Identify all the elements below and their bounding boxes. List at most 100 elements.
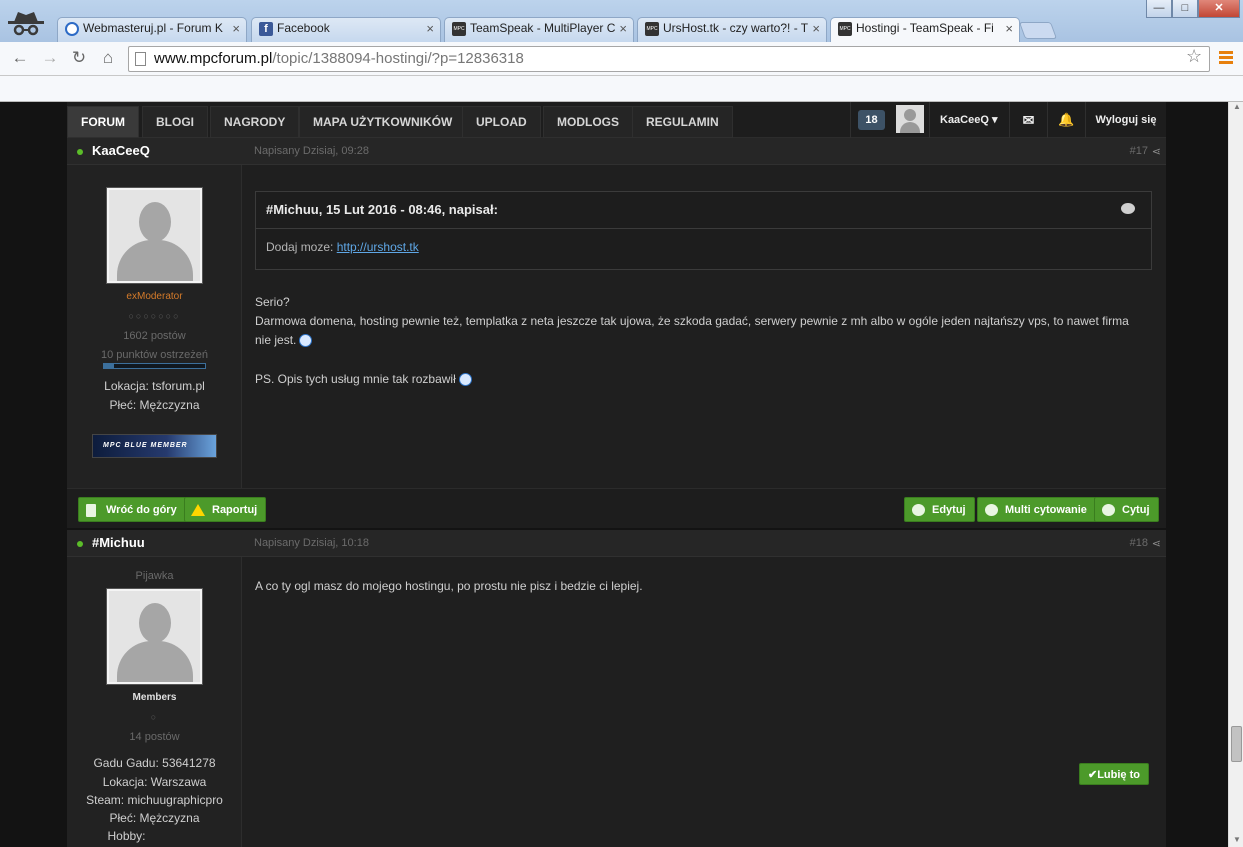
close-tab-icon[interactable]: ×: [1005, 21, 1013, 36]
username: KaaCeeQ: [940, 114, 989, 126]
back-to-top-button[interactable]: Wróć do góry: [78, 497, 186, 522]
quote-link-icon[interactable]: [1121, 203, 1135, 214]
author-location: Lokacja: tsforum.pl: [104, 379, 205, 393]
share-icon[interactable]: ⋖: [1152, 537, 1161, 550]
tab-urshost[interactable]: MPC UrsHost.tk - czy warto?! - T ×: [637, 17, 827, 42]
member-group: Members: [132, 692, 177, 703]
warning-points[interactable]: 10 punktów ostrzeżeń: [67, 349, 242, 361]
quote-body: Dodaj moze: http://urshost.tk: [266, 240, 419, 254]
tab-title: TeamSpeak - MultiPlayer C: [470, 21, 616, 35]
close-tab-icon[interactable]: ×: [619, 21, 627, 36]
incognito-icon: [8, 12, 44, 36]
author-sidebar: Pijawka Members ○ 14 postów Gadu Gadu: 5…: [67, 557, 242, 847]
page-content: FORUM BLOGI NAGRODY MAPA UŻYTKOWNIKÓW UP…: [0, 102, 1228, 847]
report-button[interactable]: Raportuj: [184, 497, 267, 522]
nav-nagrody[interactable]: NAGRODY: [210, 106, 300, 138]
page-scrollbar[interactable]: ▲ ▼: [1228, 102, 1243, 847]
user-avatar[interactable]: [896, 105, 924, 133]
like-button[interactable]: ✔Lubię to: [1079, 763, 1149, 785]
home-icon[interactable]: ⌂: [98, 48, 118, 68]
scroll-up-icon[interactable]: ▲: [1233, 102, 1241, 111]
tab-teamspeak[interactable]: MPC TeamSpeak - MultiPlayer C ×: [444, 17, 634, 42]
nav-regulamin[interactable]: REGULAMIN: [632, 106, 733, 138]
nav-modlogs[interactable]: MODLOGS: [543, 106, 633, 138]
author-location: Lokacja: Warszawa: [102, 775, 207, 789]
mpc-icon: MPC: [452, 22, 466, 36]
quote-block: #Michuu, 15 Lut 2016 - 08:46, napisał: D…: [255, 191, 1152, 270]
post-body-line: Serio?: [255, 295, 290, 309]
edit-bubble-icon: [912, 504, 925, 516]
post-number[interactable]: #17: [1130, 145, 1148, 157]
minimize-button[interactable]: —: [1146, 0, 1172, 18]
author-avatar[interactable]: [106, 588, 203, 685]
close-tab-icon[interactable]: ×: [812, 21, 820, 36]
bookmark-star-icon[interactable]: ☆: [1186, 46, 1202, 67]
tab-title: Webmasteruj.pl - Forum K: [83, 21, 223, 35]
scroll-down-icon[interactable]: ▼: [1233, 835, 1241, 844]
page-icon: [135, 52, 146, 66]
edit-button[interactable]: Edytuj: [904, 497, 975, 522]
close-tab-icon[interactable]: ×: [426, 21, 434, 36]
webmasteruj-icon: [65, 22, 79, 36]
post-date: Napisany Dzisiaj, 10:18: [254, 537, 369, 549]
author-avatar[interactable]: [106, 187, 203, 284]
quote-button[interactable]: Cytuj: [1094, 497, 1159, 522]
reload-icon[interactable]: ↻: [69, 48, 89, 68]
logout-link[interactable]: Wyloguj się: [1085, 102, 1166, 138]
share-icon[interactable]: ⋖: [1152, 145, 1161, 158]
author-sidebar: exModerator ○○○○○○○ 1602 postów 10 punkt…: [67, 165, 242, 488]
tab-hostingi[interactable]: MPC Hostingi - TeamSpeak - Fi ×: [830, 17, 1020, 42]
nav-forum[interactable]: FORUM: [67, 106, 139, 138]
tab-title: Facebook: [277, 21, 330, 35]
tab-title: Hostingi - TeamSpeak - Fi: [856, 21, 994, 35]
mail-icon[interactable]: ✉: [1009, 102, 1047, 138]
facebook-icon: f: [259, 22, 273, 36]
new-tab-button[interactable]: [1018, 22, 1058, 39]
laugh-emoticon-icon: [299, 334, 313, 348]
close-window-button[interactable]: ✕: [1198, 0, 1240, 18]
post-header: KaaCeeQ Napisany Dzisiaj, 09:28 #17 ⋖: [67, 138, 1166, 165]
post-header: #Michuu Napisany Dzisiaj, 10:18 #18 ⋖: [67, 530, 1166, 557]
multi-quote-button[interactable]: Multi cytowanie: [977, 497, 1096, 522]
member-title: Pijawka: [135, 570, 174, 582]
mpc-icon: MPC: [838, 22, 852, 36]
menu-icon[interactable]: [1219, 51, 1233, 65]
nav-upload[interactable]: UPLOAD: [462, 106, 541, 138]
author-rank: exModerator: [126, 291, 183, 302]
post-author[interactable]: KaaCeeQ: [92, 143, 150, 158]
caret-down-icon: ▾: [991, 114, 998, 126]
member-badge-image: MPC BLUE MEMBER: [92, 434, 217, 458]
post-count: 14 postów: [129, 731, 180, 743]
author-gender: Płeć: Mężczyzna: [109, 811, 200, 825]
forward-icon[interactable]: →: [40, 48, 60, 68]
notifications-count[interactable]: 18: [850, 102, 892, 138]
tab-webmasteruj[interactable]: Webmasteruj.pl - Forum K ×: [57, 17, 247, 42]
maximize-button[interactable]: □: [1172, 0, 1198, 18]
scrollbar-thumb[interactable]: [1231, 726, 1242, 762]
address-bar[interactable]: www.mpcforum.pl/topic/1388094-hostingi/?…: [128, 46, 1210, 72]
tab-strip: Webmasteruj.pl - Forum K × f Facebook × MPC…: [0, 0, 1243, 42]
post-number[interactable]: #18: [1130, 537, 1148, 549]
post-date: Napisany Dzisiaj, 09:28: [254, 145, 369, 157]
nav-mapa-uzytkownikow[interactable]: MAPA UŻYTKOWNIKÓW: [299, 106, 467, 138]
mpc-icon: MPC: [645, 22, 659, 36]
tab-facebook[interactable]: f Facebook ×: [251, 17, 441, 42]
rank-pips: ○○○○○○○: [128, 311, 181, 321]
close-tab-icon[interactable]: ×: [232, 21, 240, 36]
bell-icon[interactable]: 🔔: [1047, 102, 1085, 138]
browser-toolbar: ← → ↻ ⌂ www.mpcforum.pl/topic/1388094-ho…: [0, 42, 1243, 76]
nav-blogi[interactable]: BLOGI: [142, 106, 208, 138]
post-17: KaaCeeQ Napisany Dzisiaj, 09:28 #17 ⋖ ex…: [67, 138, 1166, 528]
post-body-line: Darmowa domena, hosting pewnie też, temp…: [255, 314, 1129, 328]
user-menu[interactable]: KaaCeeQ ▾: [929, 102, 1009, 138]
post-author[interactable]: #Michuu: [92, 535, 145, 550]
author-hobby: Hobby:: [107, 829, 146, 843]
post-footer: Wróć do góry Raportuj Edytuj Multi cytow…: [67, 488, 1166, 528]
bookmarks-bar: [0, 76, 1243, 102]
back-icon[interactable]: ←: [10, 48, 30, 68]
post-count: 1602 postów: [123, 330, 186, 342]
rank-pips: ○: [150, 712, 159, 722]
quote-header: #Michuu, 15 Lut 2016 - 08:46, napisał:: [256, 192, 1151, 229]
quote-link[interactable]: http://urshost.tk: [337, 240, 419, 254]
author-gadu-gadu: Gadu Gadu: 53641278: [93, 756, 216, 770]
